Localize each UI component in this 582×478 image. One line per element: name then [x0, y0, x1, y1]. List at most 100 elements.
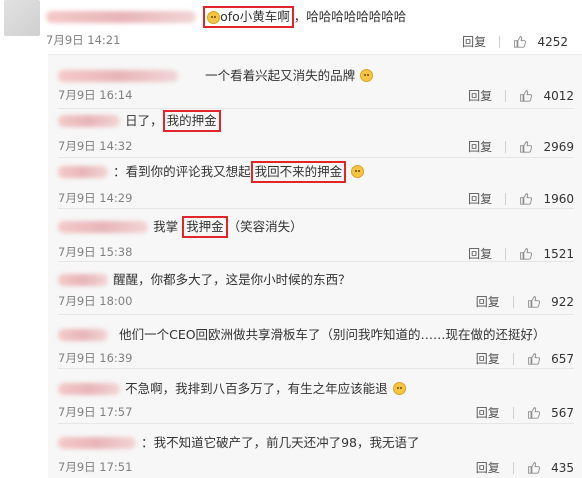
- comment-actions: 回复 4252: [462, 31, 568, 50]
- reply-actions: 回复 922: [476, 291, 574, 310]
- highlight-box: ofo小黄车啊: [203, 6, 294, 28]
- divider: [499, 35, 501, 48]
- reply-date: 7月9日 14:32: [58, 139, 133, 153]
- thumb-up-icon[interactable]: [519, 247, 532, 260]
- reply-button[interactable]: 回复: [476, 461, 500, 475]
- reply-text: 日了，: [125, 113, 163, 128]
- like-count: 4012: [543, 89, 574, 103]
- username-blurred[interactable]: [58, 114, 120, 127]
- reply-text: 他们一个CEO回欧洲做共享滑板车了（别问我咋知道的……现在做的还挺好）: [119, 327, 546, 342]
- smiley-face-icon: [360, 69, 374, 82]
- like-count: 4252: [537, 35, 568, 49]
- thumb-up-icon[interactable]: [527, 406, 540, 419]
- like-count: 657: [551, 352, 574, 366]
- reply-actions: 回复 435: [476, 457, 574, 476]
- smiley-face-icon: [392, 382, 406, 395]
- reply-actions: 回复 567: [476, 402, 574, 421]
- reply-actions: 回复 1960: [468, 188, 574, 207]
- reply-date: 7月9日 16:39: [58, 351, 133, 365]
- reply-button[interactable]: 回复: [476, 352, 500, 366]
- reply-text: 不急啊，我排到八百多万了，有生之年应该能退: [125, 381, 388, 396]
- smiley-face-icon: [351, 165, 365, 178]
- divider: [505, 247, 507, 260]
- reply-date: 7月9日 17:57: [58, 405, 133, 419]
- row-divider: [58, 368, 574, 369]
- reply-actions: 回复 1521: [468, 243, 574, 262]
- reply-actions: 回复 4012: [468, 85, 574, 104]
- reply-date: 7月9日 16:14: [58, 88, 133, 102]
- reply-text: 醒醒，你都多大了，这是你小时候的东西？: [113, 272, 351, 287]
- comment-date: 7月9日 14:21: [46, 33, 121, 47]
- comment-text: ，哈哈哈哈哈哈哈哈: [293, 9, 407, 24]
- reply-item: 我掌 我押金 （笑容消失） 7月9日 15:38 回复 1521: [58, 210, 582, 262]
- highlight-box: 我押金: [182, 216, 228, 238]
- thumb-up-icon[interactable]: [513, 35, 526, 48]
- reply-button[interactable]: 回复: [468, 89, 492, 103]
- username-blurred[interactable]: [58, 273, 108, 286]
- like-count: 1960: [543, 192, 574, 206]
- thumb-up-icon[interactable]: [527, 352, 540, 365]
- username-blurred[interactable]: [58, 69, 178, 82]
- main-comment: ofo小黄车啊 ，哈哈哈哈哈哈哈哈: [46, 6, 406, 28]
- avatar[interactable]: [4, 0, 40, 36]
- reply-item: 一个看着兴起又消失的品牌 7月9日 16:14 回复 4012: [58, 63, 582, 109]
- divider: [505, 192, 507, 205]
- thumb-up-icon[interactable]: [519, 89, 532, 102]
- comment-text-highlight: ofo小黄车啊: [220, 9, 290, 24]
- row-divider: [58, 157, 574, 158]
- reply-button[interactable]: 回复: [476, 406, 500, 420]
- reply-button[interactable]: 回复: [462, 35, 486, 49]
- like-count: 922: [551, 295, 574, 309]
- reply-text: 一个看着兴起又消失的品牌: [205, 68, 356, 83]
- reply-item: 醒醒，你都多大了，这是你小时候的东西？ 7月9日 18:00 回复 922: [58, 265, 582, 315]
- reply-date: 7月9日 17:51: [58, 460, 133, 474]
- reply-text-suffix: （笑容消失）: [227, 219, 303, 234]
- highlight-box: 我的押金: [162, 110, 221, 132]
- reply-button[interactable]: 回复: [476, 295, 500, 309]
- reply-button[interactable]: 回复: [468, 140, 492, 154]
- like-count: 2969: [543, 140, 574, 154]
- reply-text: ：我不知道它破产了，前几天还冲了98，我无语了: [141, 435, 420, 450]
- reply-button[interactable]: 回复: [468, 192, 492, 206]
- reply-item: 不急啊，我排到八百多万了，有生之年应该能退 7月9日 17:57 回复 567: [58, 370, 582, 424]
- username-blurred[interactable]: [58, 165, 108, 178]
- highlight-box: 我回不来的押金: [250, 161, 347, 183]
- row-divider: [58, 108, 574, 109]
- reply-item: ：我不知道它破产了，前几天还冲了98，我无语了 7月9日 17:51 回复 43…: [58, 426, 582, 476]
- row-divider: [58, 261, 574, 262]
- divider: [512, 352, 514, 365]
- thumb-up-icon[interactable]: [527, 461, 540, 474]
- divider: [505, 140, 507, 153]
- reply-text: ：看到你的评论我又想起: [113, 164, 251, 179]
- replies-panel: 一个看着兴起又消失的品牌 7月9日 16:14 回复 4012 日了， 我的押金 …: [48, 54, 582, 478]
- divider: [512, 295, 514, 308]
- like-count: 1521: [543, 247, 574, 261]
- thumb-up-icon[interactable]: [527, 295, 540, 308]
- reply-actions: 回复 2969: [468, 136, 574, 155]
- thumb-up-icon[interactable]: [519, 192, 532, 205]
- row-divider: [58, 423, 574, 424]
- like-count: 435: [551, 461, 574, 475]
- reply-date: 7月9日 15:38: [58, 245, 133, 259]
- reply-button[interactable]: 回复: [468, 247, 492, 261]
- reply-text: 我掌: [153, 219, 183, 234]
- reply-item: 他们一个CEO回欧洲做共享滑板车了（别问我咋知道的……现在做的还挺好） 7月9日…: [58, 316, 582, 369]
- row-divider: [58, 314, 574, 315]
- reply-date: 7月9日 14:29: [58, 191, 133, 205]
- username-blurred[interactable]: [46, 10, 196, 23]
- username-blurred[interactable]: [58, 436, 136, 449]
- thumb-up-icon[interactable]: [519, 140, 532, 153]
- reply-item: ：看到你的评论我又想起 我回不来的押金 7月9日 14:29 回复 1960: [58, 159, 582, 209]
- username-blurred[interactable]: [58, 328, 108, 341]
- like-count: 567: [551, 406, 574, 420]
- row-divider: [58, 208, 574, 209]
- reply-actions: 回复 657: [476, 348, 574, 367]
- username-blurred[interactable]: [58, 220, 148, 233]
- smiley-face-icon: [207, 11, 221, 24]
- divider: [505, 89, 507, 102]
- divider: [512, 406, 514, 419]
- username-blurred[interactable]: [58, 382, 120, 395]
- reply-date: 7月9日 18:00: [58, 294, 133, 308]
- divider: [512, 461, 514, 474]
- reply-item: 日了， 我的押金 7月9日 14:32 回复 2969: [58, 110, 582, 158]
